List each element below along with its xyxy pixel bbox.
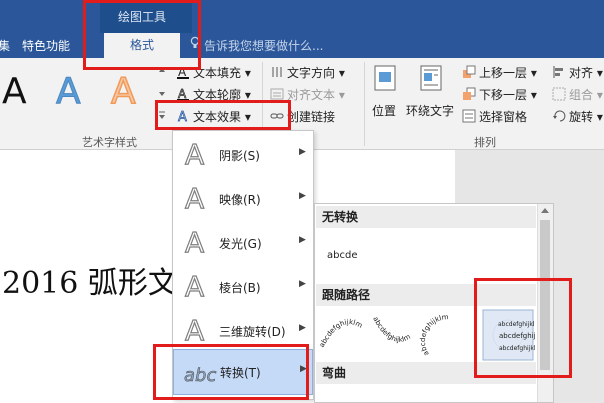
arc-text: abcdefghijklm — [371, 315, 412, 344]
tell-me-input[interactable]: 告诉我您想要做什么... — [204, 37, 323, 54]
group-label-wordart: 艺术字样式 — [82, 136, 137, 149]
path-option-circle[interactable]: abcdefghijklm — [419, 313, 449, 357]
bring-forward-button[interactable]: 上移一层 ▾ — [462, 64, 537, 81]
scroll-up-icon[interactable] — [541, 208, 549, 213]
position-icon — [374, 65, 396, 91]
text-direction-label: 文字方向 — [287, 66, 336, 80]
menu-item-label: 三维旋转(D) — [219, 325, 286, 339]
selection-pane-label: 选择窗格 — [479, 110, 528, 124]
wrap-text-icon — [420, 65, 442, 91]
send-backward-icon — [463, 87, 476, 100]
align-text-label: 对齐文本 — [287, 88, 336, 102]
bevel-icon: A — [184, 270, 205, 303]
text-outline-icon: A — [177, 87, 189, 101]
svg-text:abcdefghijklm: abcdefghijklm — [371, 315, 412, 344]
svg-text:abcdefghijklm: abcdefghijklm — [318, 318, 364, 349]
3d-rotation-icon: A — [184, 314, 205, 347]
position-button[interactable]: 位置 — [370, 62, 400, 126]
submenu-arrow-icon: ▶ — [299, 147, 306, 157]
align-text-icon — [270, 88, 284, 100]
shadow-icon: A — [184, 138, 205, 171]
menu-item-label: 棱台(B) — [219, 281, 261, 295]
rotate-label: 旋转 — [569, 110, 594, 124]
align-label: 对齐 — [569, 66, 594, 80]
svg-text:abcdefghijklm: abcdefghijklm — [419, 313, 449, 357]
wordart-sample-orange[interactable]: A — [110, 71, 136, 113]
group-label-arrange: 排列 — [474, 136, 496, 149]
svg-text:A: A — [178, 87, 187, 101]
menu-item-label: 发光(G) — [219, 237, 262, 251]
no-transform-option[interactable]: abcde — [327, 250, 357, 261]
menu-item-label: 映像(R) — [219, 193, 261, 207]
arc-text: abcdefghijklm — [318, 318, 364, 349]
position-label: 位置 — [372, 104, 397, 118]
highlight-box — [153, 344, 309, 400]
path-option-arch-up[interactable]: abcdefghijklm — [318, 318, 364, 349]
menu-item-bevel[interactable]: A 棱台(B) ▶ — [173, 265, 313, 309]
selection-pane-button[interactable]: 选择窗格 — [462, 108, 527, 125]
rotate-button[interactable]: 旋转 ▾ — [552, 108, 603, 125]
document-heading: 2016 弧形文 — [2, 266, 178, 301]
text-direction-button[interactable]: 文字方向 ▾ — [270, 64, 345, 81]
wrap-text-label: 环绕文字 — [406, 104, 455, 118]
align-icon — [553, 66, 563, 78]
menu-item-label: 阴影(S) — [219, 149, 260, 163]
glow-icon: A — [184, 226, 205, 259]
send-backward-button[interactable]: 下移一层 ▾ — [462, 86, 537, 103]
rotate-icon — [553, 110, 566, 122]
group-button[interactable]: 组合 ▾ — [552, 86, 603, 103]
send-backward-label: 下移一层 — [479, 88, 528, 102]
menu-item-reflection[interactable]: A 映像(R) ▶ — [173, 177, 313, 221]
path-option-arch-down[interactable]: abcdefghijklm — [371, 315, 412, 344]
bring-forward-icon — [463, 65, 476, 78]
text-direction-icon — [272, 67, 282, 77]
submenu-arrow-icon: ▶ — [299, 279, 306, 289]
align-button[interactable]: 对齐 ▾ — [552, 64, 603, 81]
submenu-arrow-icon: ▶ — [299, 191, 306, 201]
wordart-sample-blue[interactable]: A — [56, 71, 82, 112]
selection-pane-icon — [462, 109, 476, 123]
reflection-icon: A — [184, 182, 205, 215]
bring-forward-label: 上移一层 — [479, 66, 528, 80]
menu-item-shadow[interactable]: A 阴影(S) ▶ — [173, 133, 313, 177]
arc-text: abcdefghijklm — [419, 313, 449, 357]
ribbon-divider — [364, 62, 365, 146]
highlight-box — [155, 100, 291, 130]
highlight-box — [474, 278, 572, 378]
submenu-arrow-icon: ▶ — [299, 323, 306, 333]
highlight-box — [83, 0, 201, 70]
group-label: 组合 — [569, 88, 594, 102]
tab-partial[interactable]: 集 — [0, 37, 10, 54]
wrap-text-button[interactable]: 环绕文字 — [406, 62, 456, 126]
submenu-arrow-icon: ▶ — [299, 235, 306, 245]
section-header-no-transform: 无转换 — [316, 206, 536, 228]
create-link-label: 创建链接 — [287, 110, 336, 124]
menu-item-glow[interactable]: A 发光(G) ▶ — [173, 221, 313, 265]
group-icon — [552, 87, 566, 101]
wordart-sample-black[interactable]: A — [2, 72, 27, 112]
tab-special-features[interactable]: 特色功能 — [22, 37, 70, 54]
